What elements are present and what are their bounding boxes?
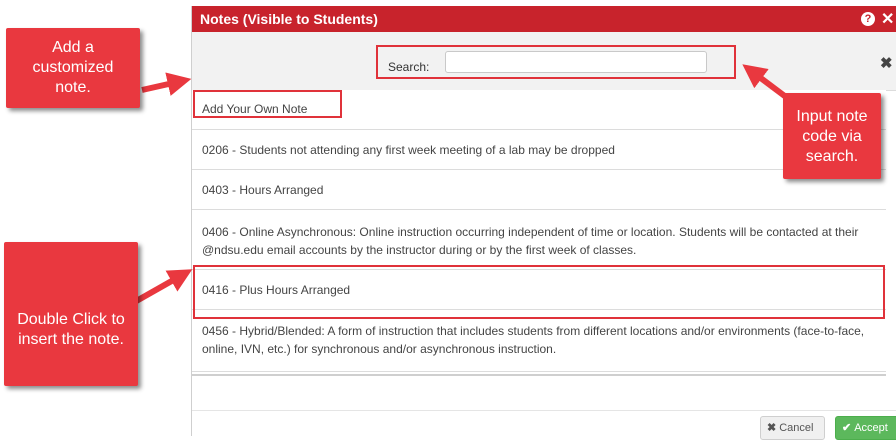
arrow-to-add-note <box>141 72 192 96</box>
callout-add-note: Add a customized note. <box>6 28 140 108</box>
callout-add-note-text: Add a customized note. <box>32 39 114 96</box>
callout-double-click-text: Double Click to insert the note. <box>17 311 125 348</box>
callout-search: Input note code via search. <box>783 93 881 179</box>
callout-double-click: Double Click to insert the note. <box>4 242 138 386</box>
callout-search-text: Input note code via search. <box>796 108 868 165</box>
